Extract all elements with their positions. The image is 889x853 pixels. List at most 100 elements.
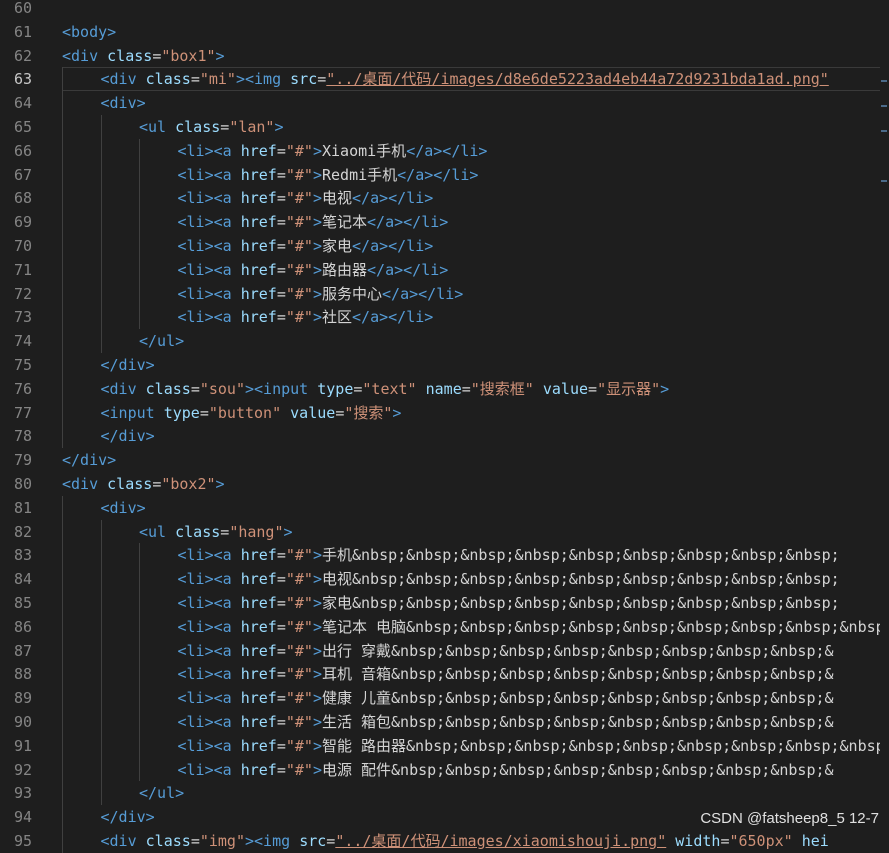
code-line[interactable]: 78 </div> <box>0 424 880 448</box>
code-line[interactable]: 67 <li><a href="#">Redmi手机</a></li> <box>0 163 880 187</box>
code-line[interactable]: 92 <li><a href="#">电源 配件&nbsp;&nbsp;&nbsp… <box>0 758 880 782</box>
code-line[interactable]: 81 <div> <box>0 496 880 520</box>
csdn-watermark: CSDN @fatsheep8_5 12-7 <box>700 810 879 827</box>
code-line[interactable]: 75 </div> <box>0 353 880 377</box>
code-token: "显示器" <box>597 379 661 398</box>
code-token: "搜索" <box>344 403 393 422</box>
indent-guide <box>139 305 140 330</box>
code-token: ><input <box>245 379 318 398</box>
code-token: </a></li> <box>367 213 449 232</box>
code-content: <div class="box2"> <box>62 472 225 496</box>
scrollbar-overview-ruler[interactable] <box>880 0 889 843</box>
code-token: <li><a <box>177 141 241 160</box>
code-token: href <box>240 617 277 636</box>
code-token: "#" <box>285 308 313 327</box>
code-token: </div> <box>100 356 155 374</box>
line-number: 76 <box>13 379 32 398</box>
code-token: = <box>276 641 286 660</box>
code-editor[interactable]: 60 61 <body> 62 <div class="box1"> 63 <div cla… <box>0 0 889 853</box>
code-line[interactable]: 89 <li><a href="#">健康 儿童&nbsp;&nbsp;&nbsp… <box>0 686 880 710</box>
code-token: "#" <box>285 570 313 589</box>
indent-guide <box>100 186 102 211</box>
line-number: 87 <box>13 641 32 660</box>
code-token: > <box>312 141 322 160</box>
code-token: 耳机 音箱&nbsp;&nbsp;&nbsp;&nbsp;&nbsp;&nbsp… <box>322 665 834 684</box>
code-content: <li><a href="#">电源 配件&nbsp;&nbsp;&nbsp;&… <box>178 758 834 782</box>
code-line[interactable]: 77 <input type="button" value="搜索"> <box>0 401 880 425</box>
code-line[interactable]: 68 <li><a href="#">电视</a></li> <box>0 186 880 210</box>
code-line[interactable]: 87 <li><a href="#">出行 穿戴&nbsp;&nbsp;&nbsp… <box>0 639 880 663</box>
code-token: "#" <box>285 594 313 612</box>
code-token: href <box>240 689 277 708</box>
code-line[interactable]: 88 <li><a href="#">耳机 音箱&nbsp;&nbsp;&nbsp… <box>0 662 880 686</box>
code-line[interactable]: 90 <li><a href="#">生活 箱包&nbsp;&nbsp;&nbsp… <box>0 710 880 734</box>
code-token: </a></li> <box>367 260 449 279</box>
code-token: class <box>145 70 191 89</box>
code-token: "box2" <box>161 475 216 493</box>
code-line[interactable]: 82 <ul class="hang"> <box>0 520 880 544</box>
indent-guide <box>139 591 140 615</box>
code-token: <li><a <box>177 665 241 684</box>
indent-guide <box>62 424 63 449</box>
indent-guide <box>62 710 63 734</box>
code-line[interactable]: 84 <li><a href="#">电视&nbsp;&nbsp;&nbsp;&n… <box>0 567 880 591</box>
code-content: <li><a href="#">耳机 音箱&nbsp;&nbsp;&nbsp;&… <box>178 662 834 686</box>
code-token: 电视 <box>322 189 353 208</box>
indent-guide <box>100 757 102 782</box>
code-line[interactable]: 65 <ul class="lan"> <box>0 115 880 139</box>
code-line[interactable]: 80 <div class="box2"> <box>0 472 880 496</box>
code-line[interactable]: 60 <box>0 0 880 20</box>
code-token: "650px" <box>729 832 793 850</box>
code-token: > <box>274 118 284 136</box>
code-token: <li><a <box>177 617 241 636</box>
code-line[interactable]: 69 <li><a href="#">笔记本</a></li> <box>0 210 880 234</box>
code-token: </a></li> <box>406 141 488 160</box>
code-line[interactable]: 72 <li><a href="#">服务中心</a></li> <box>0 282 880 306</box>
code-content: <ul class="lan"> <box>139 115 284 139</box>
code-token: > <box>392 403 402 422</box>
code-token: <li><a <box>177 260 241 279</box>
code-content: <li><a href="#">健康 儿童&nbsp;&nbsp;&nbsp;&… <box>178 686 834 710</box>
code-content: <li><a href="#">路由器</a></li> <box>178 258 449 282</box>
code-line[interactable]: 85 <li><a href="#">家电&nbsp;&nbsp;&nbsp;&n… <box>0 591 880 615</box>
code-token: "#" <box>285 213 313 232</box>
code-token: class <box>145 379 191 398</box>
code-token: = <box>276 308 286 327</box>
code-line[interactable]: 64 <div> <box>0 91 880 115</box>
code-line[interactable]: 86 <li><a href="#">笔记本 电脑&nbsp;&nbsp;&nbs… <box>0 615 880 639</box>
line-number: 73 <box>13 308 32 327</box>
line-number: 94 <box>13 808 32 827</box>
code-line[interactable]: 61 <body> <box>0 20 880 44</box>
code-content: <div class="box1"> <box>62 44 225 68</box>
code-content: <li><a href="#">电视&nbsp;&nbsp;&nbsp;&nbs… <box>178 567 840 591</box>
code-line[interactable]: 95 <div class="img"><img src="../桌面/代码/im… <box>0 829 880 853</box>
line-number: 91 <box>13 736 32 755</box>
code-token: Xiaomi手机 <box>322 141 407 160</box>
code-line[interactable]: 62 <div class="box1"> <box>0 44 880 68</box>
code-line[interactable]: 73 <li><a href="#">社区</a></li> <box>0 305 880 329</box>
code-token: 路由器 <box>322 260 368 279</box>
code-line[interactable]: 71 <li><a href="#">路由器</a></li> <box>0 258 880 282</box>
line-number: 82 <box>13 522 32 541</box>
code-line[interactable]: 70 <li><a href="#">家电</a></li> <box>0 234 880 258</box>
code-line[interactable]: 79 </div> <box>0 448 880 472</box>
code-token: "#" <box>285 617 313 636</box>
indent-guide <box>139 281 140 306</box>
code-line[interactable]: 66 <li><a href="#">Xiaomi手机</a></li> <box>0 139 880 163</box>
code-token: </a></li> <box>382 284 464 303</box>
code-line[interactable]: 74 </ul> <box>0 329 880 353</box>
line-number: 86 <box>13 617 32 636</box>
code-token: = <box>190 379 200 398</box>
code-line[interactable]: 76 <div class="sou"><input type="text" na… <box>0 377 880 401</box>
code-token: = <box>276 570 286 589</box>
code-line[interactable]: 91 <li><a href="#">智能 路由器&nbsp;&nbsp;&nbs… <box>0 734 880 758</box>
code-token: 笔记本 电脑&nbsp;&nbsp;&nbsp;&nbsp;&nbsp;&nbs… <box>322 617 880 636</box>
line-number: 81 <box>13 498 32 517</box>
code-line[interactable]: 83 <li><a href="#">手机&nbsp;&nbsp;&nbsp;&n… <box>0 543 880 567</box>
code-line[interactable]: 63 <div class="mi"><img src="../桌面/代码/ima… <box>0 67 880 92</box>
code-line[interactable]: 93 </ul> <box>0 781 880 805</box>
line-number: 68 <box>13 189 32 208</box>
code-token: = <box>335 403 345 422</box>
code-token: 智能 路由器&nbsp;&nbsp;&nbsp;&nbsp;&nbsp;&nbs… <box>322 736 880 755</box>
